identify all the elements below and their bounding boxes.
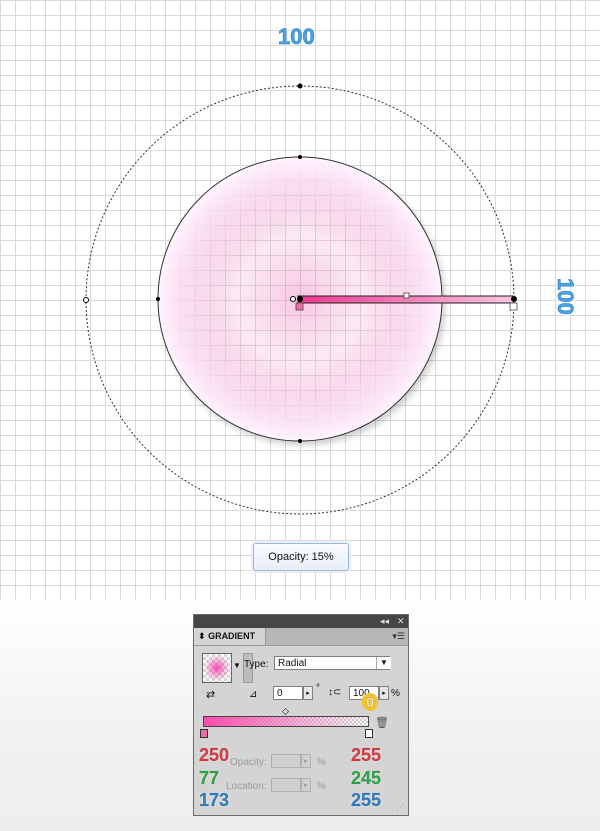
close-icon[interactable]: ✕ bbox=[397, 616, 405, 627]
location-label: Location: bbox=[226, 781, 267, 792]
panel-menu-icon[interactable]: ▾☰ bbox=[392, 631, 405, 642]
artwork bbox=[83, 83, 518, 515]
opacity-percent: % bbox=[317, 757, 326, 768]
angle-field[interactable]: 0 bbox=[273, 686, 303, 700]
anchor-left[interactable] bbox=[156, 297, 160, 301]
tab-arrows-icon: ⬍ bbox=[198, 631, 206, 641]
gradient-origin-ring[interactable] bbox=[290, 296, 296, 302]
type-select[interactable]: Radial bbox=[274, 656, 390, 670]
tab-gradient-label: GRADIENT bbox=[208, 631, 256, 641]
collapse-icon[interactable]: ◂◂ bbox=[380, 616, 389, 627]
percent-symbol: % bbox=[391, 688, 400, 699]
gradient-slider[interactable] bbox=[203, 716, 369, 727]
location-dropdown-icon[interactable]: ▸ bbox=[301, 778, 311, 792]
anchor-top[interactable] bbox=[298, 155, 302, 159]
opacity-field[interactable] bbox=[271, 754, 301, 768]
right-stop-opacity-annotation: 0 bbox=[362, 693, 378, 711]
angle-icon: ⊿ bbox=[249, 689, 258, 700]
right-stop-green-value: 245 bbox=[351, 768, 382, 788]
aspect-ratio-icon: ↕⊂ bbox=[328, 687, 342, 698]
opacity-tooltip: Opacity: 15% bbox=[253, 543, 349, 571]
swatch-dropdown-icon[interactable]: ▼ bbox=[233, 661, 241, 670]
angle-field-value: 0 bbox=[277, 688, 283, 699]
left-stop-green-value: 77 bbox=[199, 768, 220, 788]
opacity-dropdown-icon[interactable]: ▸ bbox=[301, 754, 311, 768]
gradient-bounds-top-handle[interactable] bbox=[297, 83, 303, 89]
opacity-label: Opacity: bbox=[230, 757, 267, 768]
anchor-bottom[interactable] bbox=[298, 439, 302, 443]
gradient-swatch[interactable] bbox=[202, 653, 232, 683]
degree-symbol: ° bbox=[316, 683, 320, 694]
type-select-value: Radial bbox=[278, 658, 307, 669]
reverse-gradient-icon[interactable]: ⇄ bbox=[206, 688, 215, 701]
gradient-midpoint-handle[interactable] bbox=[403, 292, 410, 299]
gradient-end-handle[interactable] bbox=[511, 296, 517, 302]
right-stop-red-value: 255 bbox=[351, 745, 382, 765]
gradient-panel: ◂◂ ✕ ⬍ GRADIENT ▾☰ ▼ Type: Radial ▼ ⇄ ⊿ … bbox=[193, 614, 409, 816]
panel-tabbar: ⬍ GRADIENT ▾☰ bbox=[194, 628, 408, 646]
location-field[interactable] bbox=[271, 778, 301, 792]
right-stop-blue-value: 255 bbox=[351, 790, 382, 810]
annotator-left-stop[interactable] bbox=[295, 302, 304, 311]
type-select-arrow-icon[interactable]: ▼ bbox=[376, 657, 391, 669]
location-percent: % bbox=[317, 781, 326, 792]
resize-grip-icon[interactable]: ⋰ bbox=[396, 803, 404, 812]
panel-titlebar[interactable]: ◂◂ ✕ bbox=[194, 615, 408, 628]
annotator-right-stop[interactable] bbox=[509, 302, 518, 311]
right-color-stop[interactable] bbox=[365, 729, 373, 738]
angle-dropdown-icon[interactable]: ▸ bbox=[303, 686, 313, 700]
left-stop-red-value: 250 bbox=[199, 745, 230, 765]
left-color-stop[interactable] bbox=[200, 729, 208, 738]
aspect-dropdown-icon[interactable]: ▸ bbox=[379, 686, 389, 700]
artboard-canvas[interactable]: 100 100 Opacity: 15% bbox=[0, 0, 600, 600]
gradient-bounds-left-handle[interactable] bbox=[83, 297, 89, 303]
left-stop-blue-value: 173 bbox=[199, 790, 230, 810]
trash-icon[interactable]: 🗑 bbox=[375, 716, 389, 729]
type-label: Type: bbox=[244, 659, 269, 670]
gradient-origin-handle[interactable] bbox=[297, 296, 303, 302]
tab-gradient[interactable]: ⬍ GRADIENT bbox=[194, 628, 266, 645]
